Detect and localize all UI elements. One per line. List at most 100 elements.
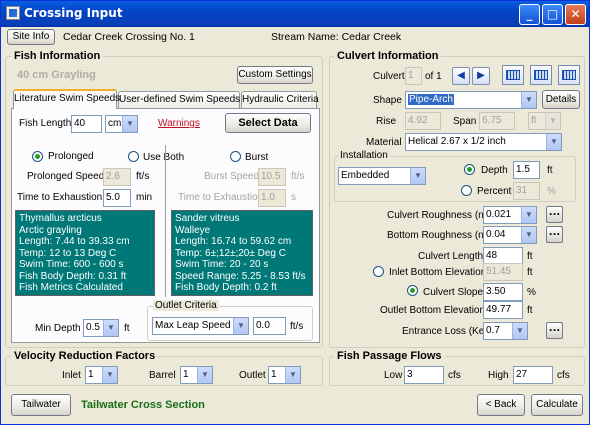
installation-select[interactable]: Embedded ▼	[338, 167, 426, 185]
chevron-down-icon: ▼	[103, 320, 118, 336]
burst-fish-info-panel: Sander vitreus Walleye Length: 16.74 to …	[171, 210, 313, 296]
warnings-link[interactable]: Warnings	[158, 118, 200, 129]
chevron-down-icon: ▼	[102, 367, 117, 383]
velocity-reduction-title: Velocity Reduction Factors	[11, 350, 159, 362]
use-both-radio[interactable]	[128, 151, 139, 162]
crossing-input-window: Crossing Input _ □ ✕ Site Info Cedar Cre…	[0, 0, 590, 425]
info-line: Length: 16.74 to 59.62 cm	[175, 236, 292, 247]
culvert-count-label: of 1	[425, 71, 442, 82]
culvert-slope-radio[interactable]	[407, 285, 418, 296]
material-select[interactable]: Helical 2.67 x 1/2 inch ▼	[405, 133, 562, 151]
burst-time-unit: s	[291, 192, 296, 203]
shape-select[interactable]: Pipe-Arch ▼	[405, 91, 537, 109]
back-button[interactable]: < Back	[477, 394, 525, 416]
next-culvert-button[interactable]: ▶	[472, 67, 490, 85]
burst-time-label: Time to Exhaustion	[178, 192, 264, 203]
entrance-loss-label: Entrance Loss (Ke)	[402, 326, 488, 337]
info-line: Sander vitreus	[175, 213, 240, 224]
prolonged-speed-input[interactable]: 2.6	[103, 168, 131, 186]
tab-literature-swim-speeds[interactable]: Literature Swim Speeds	[13, 89, 120, 109]
percent-input[interactable]: 31	[513, 182, 540, 200]
fish-length-unit-select[interactable]: cm ▼	[105, 115, 138, 133]
minimize-button[interactable]: _	[519, 4, 540, 25]
chevron-down-icon: ▼	[545, 113, 560, 129]
min-depth-select[interactable]: 0.5 ▼	[83, 319, 119, 337]
culvert-slope-input[interactable]: 3.50	[483, 283, 523, 301]
chevron-down-icon: ▼	[521, 227, 536, 243]
depth-radio[interactable]	[464, 164, 475, 175]
span-unit-select[interactable]: ft ▼	[528, 112, 561, 130]
window-title: Crossing Input	[24, 6, 123, 20]
low-flow-unit: cfs	[448, 370, 461, 381]
burst-speed-input[interactable]: 10.5	[258, 168, 286, 186]
calculate-button[interactable]: Calculate	[531, 394, 583, 416]
select-data-button[interactable]: Select Data	[225, 113, 311, 133]
time-exhaustion-input[interactable]: 5.0	[103, 189, 131, 207]
depth-input[interactable]: 1.5	[513, 161, 540, 179]
info-line: Walleye	[175, 224, 211, 236]
chevron-down-icon: ▼	[122, 116, 137, 132]
outlet-factor-label: Outlet	[239, 370, 266, 381]
chevron-down-icon: ▼	[512, 323, 527, 339]
percent-radio[interactable]	[461, 185, 472, 196]
burst-time-input[interactable]: 1.0	[258, 189, 286, 207]
previous-culvert-button[interactable]: ◀	[452, 67, 470, 85]
info-line: Length: 7.44 to 39.33 cm	[19, 236, 130, 247]
span-input[interactable]: 6.75	[479, 112, 515, 130]
burst-radio[interactable]	[230, 151, 241, 162]
prolonged-radio-label: Prolonged	[48, 151, 94, 162]
outlet-criteria-select[interactable]: Max Leap Speed ▼	[152, 317, 249, 335]
stream-name: Stream Name: Cedar Creek	[271, 31, 402, 43]
inlet-bottom-radio[interactable]	[373, 266, 384, 277]
entrance-loss-select[interactable]: 0.7 ▼	[483, 322, 528, 340]
fish-name: 40 cm Grayling	[17, 69, 96, 81]
title-bar[interactable]: Crossing Input _ □ ✕	[1, 1, 589, 27]
high-flow-input[interactable]: 27	[513, 366, 553, 384]
time-exhaustion-unit: min	[136, 192, 153, 203]
inlet-bottom-label: Inlet Bottom Elevation	[389, 267, 487, 278]
outlet-factor-select[interactable]: 1 ▼	[268, 366, 301, 384]
outlet-bottom-input[interactable]: 49.77	[483, 301, 523, 319]
maximize-button[interactable]: □	[542, 4, 563, 25]
fish-length-input[interactable]: 40	[71, 115, 102, 133]
tab-hydraulic-criteria[interactable]: Hydraulic Criteria	[241, 91, 319, 109]
burst-speed-unit: ft/s	[291, 171, 305, 182]
outlet-bottom-label: Outlet Bottom Elevation	[380, 305, 486, 316]
min-depth-unit: ft	[124, 323, 130, 334]
culvert-roughness-select[interactable]: 0.021 ▼	[483, 206, 537, 224]
details-button[interactable]: Details	[542, 90, 580, 109]
barrel-factor-select[interactable]: 1 ▼	[180, 366, 213, 384]
shape-label: Shape	[373, 95, 402, 106]
add-culvert-icon[interactable]	[502, 65, 524, 85]
outlet-criteria-input[interactable]: 0.0	[253, 317, 286, 335]
prolonged-radio[interactable]	[32, 151, 43, 162]
info-line: Fish Body Depth: 0.2 ft	[175, 282, 277, 293]
chevron-down-icon: ▼	[197, 367, 212, 383]
inlet-factor-select[interactable]: 1 ▼	[85, 366, 118, 384]
bottom-roughness-more-button[interactable]: ...	[546, 226, 563, 243]
rise-input[interactable]: 4.92	[405, 112, 441, 130]
chevron-down-icon: ▼	[410, 168, 425, 184]
chevron-down-icon: ▼	[546, 134, 561, 150]
low-flow-input[interactable]: 3	[404, 366, 444, 384]
crossing-name: Cedar Creek Crossing No. 1	[63, 31, 195, 43]
bottom-roughness-select[interactable]: 0.04 ▼	[483, 226, 537, 244]
inlet-bottom-input[interactable]: 51.45	[483, 263, 523, 281]
depth-unit: ft	[547, 165, 553, 176]
culvert-index-input[interactable]: 1	[405, 67, 422, 85]
tab-user-defined-swim-speeds[interactable]: User-defined Swim Speeds	[118, 91, 240, 109]
site-info-button[interactable]: Site Info	[7, 29, 55, 45]
tailwater-button[interactable]: Tailwater	[11, 394, 71, 416]
arrow-right-icon: ▶	[477, 70, 485, 81]
close-button[interactable]: ✕	[565, 4, 586, 25]
custom-settings-button[interactable]: Custom Settings	[237, 66, 313, 84]
low-flow-label: Low	[384, 370, 403, 381]
culvert-slope-label: Culvert Slope	[423, 287, 484, 298]
culvert-roughness-more-button[interactable]: ...	[546, 206, 563, 223]
time-exhaustion-label: Time to Exhaustion	[17, 192, 103, 203]
tailwater-cross-section-text: Tailwater Cross Section	[81, 399, 205, 411]
barrel-factor-label: Barrel	[149, 370, 176, 381]
copy-culvert-icon[interactable]	[530, 65, 552, 85]
delete-culvert-icon[interactable]	[558, 65, 580, 85]
entrance-loss-more-button[interactable]: ...	[546, 322, 563, 339]
